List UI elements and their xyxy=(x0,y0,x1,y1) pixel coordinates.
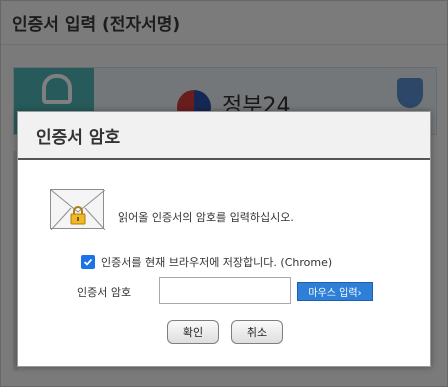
cancel-button[interactable]: 취소 xyxy=(231,320,283,344)
lock-icon xyxy=(70,205,86,225)
ok-button[interactable]: 확인 xyxy=(167,320,219,344)
certificate-password-dialog: 인증서 암호 읽어올 인증서의 암호를 입력하십시오. 인증서를 현재 브라우저… xyxy=(17,111,431,367)
checkmark-icon xyxy=(83,258,93,266)
save-certificate-checkbox[interactable] xyxy=(81,255,95,269)
password-input[interactable] xyxy=(159,277,291,304)
dialog-header: 인증서 암호 xyxy=(18,112,430,160)
save-certificate-row: 인증서를 현재 브라우저에 저장합니다. (Chrome) xyxy=(81,254,332,270)
instruction-message: 읽어올 인증서의 암호를 입력하십시오. xyxy=(118,211,294,224)
password-label: 인증서 암호 xyxy=(77,286,132,299)
dialog-title: 인증서 암호 xyxy=(36,128,121,148)
mouse-input-button[interactable]: 마우스 입력› xyxy=(297,282,373,301)
save-certificate-label: 인증서를 현재 브라우저에 저장합니다. (Chrome) xyxy=(101,256,333,269)
